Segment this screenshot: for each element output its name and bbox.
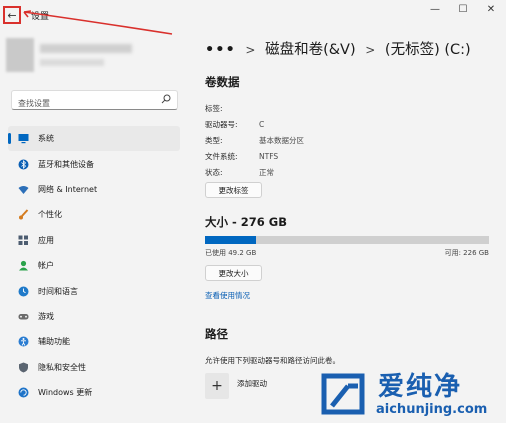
row-key: 驱动器号: [205,120,238,129]
watermark: 爱纯净 aichunjing.com [312,364,506,423]
bluetooth-icon [18,159,29,170]
sidebar-item-label: Windows 更新 [38,388,93,398]
sidebar-item-10[interactable]: Windows 更新 [8,380,180,405]
maximize-button[interactable]: ☐ [456,4,470,15]
volume-row-drive-letter: 驱动器号: C [205,119,264,130]
volume-data-heading: 卷数据 [205,75,240,89]
breadcrumb-separator: > [365,43,376,57]
add-drive-button[interactable]: + [205,373,229,399]
row-key: 状态: [205,168,223,177]
volume-row-label: 标签: [205,103,259,114]
account-email-blurred [40,59,104,66]
sidebar-item-9[interactable]: 隐私和安全性 [8,355,180,380]
sidebar-item-label: 辅助功能 [38,337,70,347]
minimize-button[interactable]: — [428,4,442,15]
watermark-url: aichunjing.com [376,402,488,417]
sidebar-item-label: 帐户 [38,261,54,271]
change-label-button[interactable]: 更改标签 [205,182,262,198]
sidebar-nav: 系统蓝牙和其他设备 网络 & Internet 个性化应用帐户时间和语言游戏辅助功能… [8,126,180,405]
sidebar-item-label: 应用 [38,235,54,245]
sidebar-item-label: 隐私和安全性 [38,362,86,372]
aichunjing-logo-icon [321,373,365,415]
breadcrumb-current: (无标签) (C:) [384,42,471,58]
sidebar-item-label: 网络 & Internet [38,184,98,194]
close-button[interactable]: ✕ [484,4,498,15]
sidebar-item-6[interactable]: 时间和语言 [8,278,180,303]
sidebar-item-8[interactable]: 辅助功能 [8,329,180,354]
breadcrumb-overflow-button[interactable]: ••• [205,42,236,58]
paths-heading: 路径 [205,327,228,341]
row-value: C [259,120,265,129]
watermark-brand: 爱纯净 [378,372,463,402]
sidebar-item-7[interactable]: 游戏 [8,304,180,329]
sidebar-item-2[interactable]: 网络 & Internet [8,177,180,202]
volume-row-filesystem: 文件系统: NTFS [205,151,278,162]
row-key: 标签: [205,104,223,113]
available-space-text: 可用: 226 GB [444,249,489,257]
used-space-text: 已使用 49.2 GB [205,249,257,257]
volume-row-status: 状态: 正常 [205,167,274,178]
sidebar-item-1[interactable]: 蓝牙和其他设备 [8,151,180,176]
avatar[interactable] [6,38,34,72]
shield-icon [18,362,29,373]
size-heading: 大小 - 276 GB [205,215,287,229]
disk-usage-bar [205,236,489,244]
breadcrumb-separator: > [245,43,256,57]
change-size-button[interactable]: 更改大小 [205,265,262,281]
update-icon [18,387,29,398]
account-name-blurred [40,44,132,53]
view-usage-link[interactable]: 查看使用情况 [205,290,250,301]
title-bar: ← 设置 — ☐ ✕ [0,0,506,35]
sidebar-item-3[interactable]: 个性化 [8,202,180,227]
sidebar-item-label: 蓝牙和其他设备 [38,159,94,169]
sidebar-item-label: 时间和语言 [38,286,78,296]
search-icon [161,94,171,104]
window-controls: — ☐ ✕ [428,4,498,15]
sidebar-item-5[interactable]: 帐户 [8,253,180,278]
plus-icon: + [211,378,223,394]
search-box[interactable] [11,90,178,113]
add-drive-label[interactable]: 添加驱动 [237,378,267,389]
gamepad-icon [18,311,29,322]
breadcrumb-parent-link[interactable]: 磁盘和卷(&V) [265,42,356,58]
sidebar-item-label: 系统 [38,134,54,144]
breadcrumb: ••• > 磁盘和卷(&V) > (无标签) (C:) [205,38,471,59]
brush-icon [18,209,29,220]
row-key: 文件系统: [205,152,238,161]
person-icon [18,260,29,271]
sidebar: 系统蓝牙和其他设备网络 & Internet 个性化应用帐户时间和语言游戏辅助功能… [0,26,190,423]
accessibility-icon [18,336,29,347]
monitor-icon [18,133,29,144]
row-key: 类型: [205,136,223,145]
disk-usage-bar-fill [205,236,256,244]
globe-clock-icon [18,286,29,297]
row-value: 基本数据分区 [259,136,304,145]
sidebar-item-4[interactable]: 应用 [8,228,180,253]
back-button[interactable]: ← [3,6,21,24]
apps-icon [18,235,29,246]
search-input[interactable] [12,94,152,113]
volume-row-type: 类型: 基本数据分区 [205,135,304,146]
row-value: 正常 [259,168,274,177]
back-arrow-icon: ← [7,8,17,22]
sidebar-item-0[interactable]: 系统 [8,126,180,152]
sidebar-item-label: 游戏 [38,311,54,321]
wifi-icon [18,184,29,195]
sidebar-item-label: 个性化 [38,210,62,220]
row-value: NTFS [259,152,279,161]
